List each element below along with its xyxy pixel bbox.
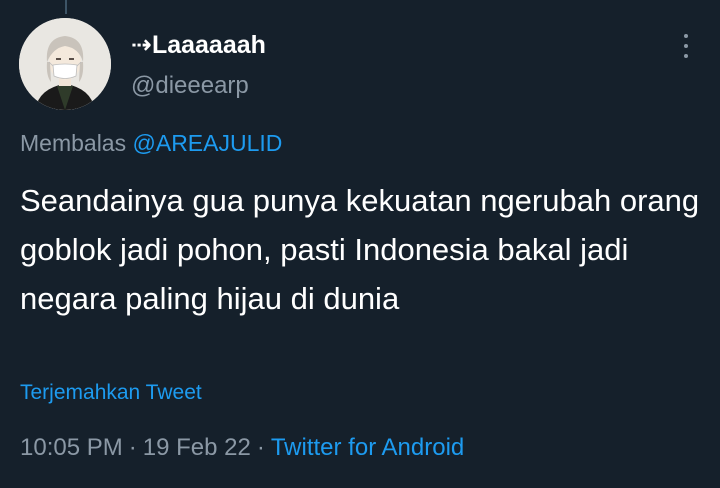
more-dot bbox=[684, 44, 688, 48]
translate-tweet-link[interactable]: Terjemahkan Tweet bbox=[20, 381, 202, 405]
meta-separator: · bbox=[256, 434, 265, 461]
avatar-illustration-icon bbox=[19, 18, 111, 110]
reply-context: Membalas @AREAJULID bbox=[20, 130, 282, 157]
more-dot bbox=[684, 54, 688, 58]
tweet-date[interactable]: 19 Feb 22 bbox=[143, 434, 251, 461]
tweet-source-link[interactable]: Twitter for Android bbox=[271, 434, 464, 461]
avatar[interactable] bbox=[19, 18, 111, 110]
author-display-name[interactable]: ⇢Laaaaaah bbox=[131, 30, 266, 60]
more-dot bbox=[684, 34, 688, 38]
meta-separator: · bbox=[128, 434, 137, 461]
author-handle[interactable]: @dieeearp bbox=[131, 72, 249, 100]
tweet-text: Seandainya gua punya kekuatan ngerubah o… bbox=[20, 183, 700, 316]
more-options-icon[interactable] bbox=[676, 34, 696, 58]
tweet-time[interactable]: 10:05 PM bbox=[20, 434, 123, 461]
tweet-metadata: 10:05 PM · 19 Feb 22 · Twitter for Android bbox=[20, 434, 464, 462]
thread-connector-line bbox=[65, 0, 67, 14]
reply-prefix: Membalas bbox=[20, 130, 127, 156]
reply-mention-link[interactable]: @AREAJULID bbox=[133, 130, 283, 156]
